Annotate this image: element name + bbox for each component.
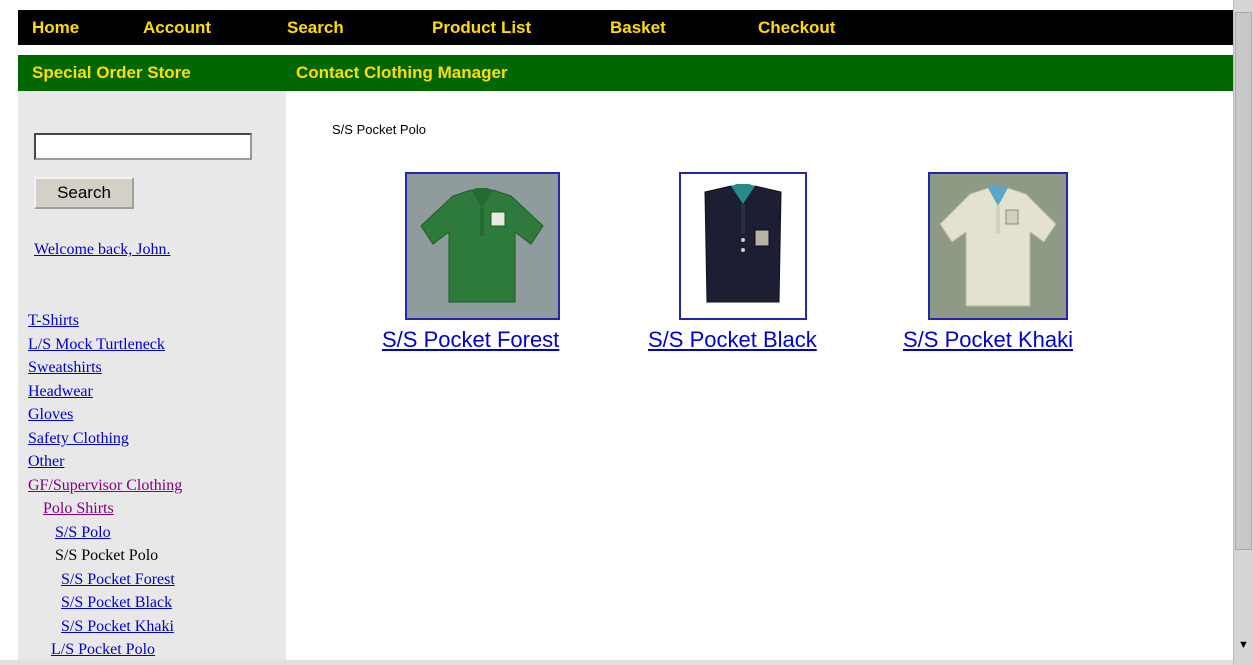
top-nav-bar: Home Account Search Product List Basket … bbox=[18, 10, 1233, 45]
sidebar: Search Welcome back, John. T-Shirts L/S … bbox=[18, 91, 286, 665]
nav-search[interactable]: Search bbox=[287, 18, 344, 38]
category-ls-mock-turtleneck[interactable]: L/S Mock Turtleneck bbox=[28, 336, 165, 354]
category-sweatshirts[interactable]: Sweatshirts bbox=[28, 359, 102, 377]
product-link-forest[interactable]: S/S Pocket Forest bbox=[382, 327, 559, 353]
product-link-black[interactable]: S/S Pocket Black bbox=[648, 327, 817, 353]
subcategory-polo-shirts[interactable]: Polo Shirts bbox=[43, 500, 114, 518]
subcategory-ss-pocket-polo-current: S/S Pocket Polo bbox=[55, 547, 159, 564]
product-image-forest[interactable] bbox=[405, 172, 560, 320]
vertical-scrollbar[interactable]: ▼ bbox=[1233, 0, 1253, 665]
nav-account[interactable]: Account bbox=[143, 18, 211, 38]
search-input[interactable] bbox=[34, 133, 252, 160]
category-safety-clothing[interactable]: Safety Clothing bbox=[28, 430, 129, 448]
search-button[interactable]: Search bbox=[34, 177, 134, 209]
subcategory-ls-pocket-polo[interactable]: L/S Pocket Polo bbox=[51, 641, 155, 659]
horizontal-scrollbar[interactable] bbox=[0, 660, 1233, 665]
nav-basket[interactable]: Basket bbox=[610, 18, 666, 38]
polo-shirt-khaki-image bbox=[930, 174, 1066, 318]
item-ss-pocket-forest[interactable]: S/S Pocket Forest bbox=[61, 571, 175, 589]
category-other[interactable]: Other bbox=[28, 453, 64, 471]
category-gloves[interactable]: Gloves bbox=[28, 406, 73, 424]
nav-home[interactable]: Home bbox=[32, 18, 79, 38]
scrollbar-thumb[interactable] bbox=[1235, 12, 1252, 550]
category-headwear[interactable]: Headwear bbox=[28, 383, 93, 401]
subcategory-ss-polo[interactable]: S/S Polo bbox=[55, 524, 111, 542]
product-link-khaki[interactable]: S/S Pocket Khaki bbox=[903, 327, 1073, 353]
page-title: S/S Pocket Polo bbox=[332, 122, 426, 137]
product-image-khaki[interactable] bbox=[928, 172, 1068, 320]
product-image-black[interactable] bbox=[679, 172, 807, 320]
nav-checkout[interactable]: Checkout bbox=[758, 18, 835, 38]
item-ss-pocket-black[interactable]: S/S Pocket Black bbox=[61, 594, 172, 612]
polo-shirt-forest-image bbox=[407, 174, 558, 318]
secondary-nav-bar: Special Order Store Contact Clothing Man… bbox=[18, 55, 1233, 91]
polo-shirt-black-image bbox=[681, 174, 805, 318]
welcome-link[interactable]: Welcome back, John. bbox=[34, 241, 170, 259]
item-ss-pocket-khaki[interactable]: S/S Pocket Khaki bbox=[61, 618, 174, 636]
category-gf-supervisor-clothing[interactable]: GF/Supervisor Clothing bbox=[28, 477, 182, 495]
nav-product-list[interactable]: Product List bbox=[432, 18, 531, 38]
nav-contact-clothing-manager[interactable]: Contact Clothing Manager bbox=[296, 63, 508, 83]
nav-special-order-store[interactable]: Special Order Store bbox=[32, 63, 191, 83]
scroll-down-arrow-icon[interactable]: ▼ bbox=[1235, 636, 1252, 654]
category-t-shirts[interactable]: T-Shirts bbox=[28, 312, 79, 330]
main-content: S/S Pocket Polo S/S Pocket Forest S/S Po… bbox=[286, 91, 1233, 665]
